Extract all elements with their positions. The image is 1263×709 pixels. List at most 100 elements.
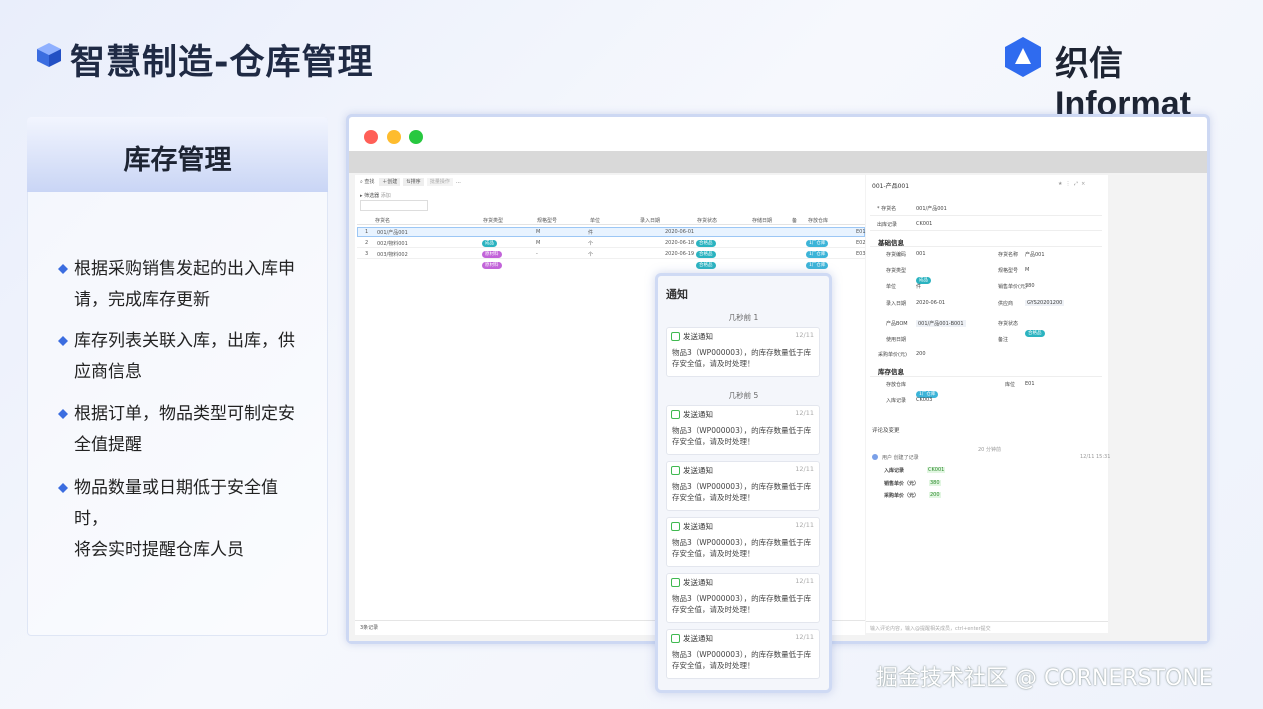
notification-heading: 发送通知 [683,466,713,475]
field-value[interactable]: CK001 [916,221,932,227]
search-icon[interactable]: ⌕ [360,179,363,185]
notification-date: 12/11 [795,465,814,473]
expand-icon[interactable]: ⤢ [1074,181,1078,187]
close-window-button[interactable] [364,130,378,144]
notification-item[interactable]: 发送通知 12/11 物品3（WP000003），的库存数量低于库存安全值，请及… [666,461,820,511]
filter-label[interactable]: 筛选器 [364,193,379,199]
bullet-item: 库存列表关联入库，出库，供 应商信息 [56,326,306,388]
detail-title: 001-产品001 [872,183,910,190]
more-icon[interactable]: ⋮ [1066,181,1071,187]
sort-label: 排序 [410,179,421,185]
column-header[interactable]: 备 [792,217,797,224]
field-label: 库位 [1005,382,1016,388]
field-value[interactable]: 2020-06-01 [916,300,945,306]
notification-item[interactable]: 发送通知 12/11 物品3（WP000003），的库存数量低于库存安全值，请及… [666,327,820,377]
field-value[interactable]: E01 [1025,381,1035,387]
field-label: 录入日期 [886,301,907,307]
notification-heading: 发送通知 [683,332,713,341]
table-header [357,215,865,225]
notification-icon [671,332,680,341]
bullet-diamond-icon [58,336,68,346]
more-button[interactable]: ... [456,179,461,185]
field-value[interactable]: M [1025,267,1029,273]
cube-icon [37,43,61,67]
new-record-button[interactable]: ＋创建 [379,178,401,186]
bullet-line: 根据订单，物品类型可制定安 [74,404,295,424]
bullet-item: 根据采购销售发起的出入库申 请，完成库存更新 [56,254,306,316]
bullet-diamond-icon [58,264,68,274]
notification-body: 物品3（WP000003），的库存数量低于库存安全值，请及时处理！ [672,650,812,670]
notification-date: 12/11 [795,633,814,641]
browser-bar [349,151,1207,173]
maximize-window-button[interactable] [409,130,423,144]
change-value: 200 [929,492,941,498]
field-label: 存货名称 [998,252,1019,258]
column-header[interactable]: 存货状态 [697,217,717,224]
supplier-link[interactable]: GYS20201200 [1025,300,1065,306]
comment-input[interactable]: 输入评论内容，输入@提醒相关成员，ctrl+enter提交 [870,625,991,632]
column-header[interactable]: 规格型号 [537,217,557,224]
sort-button[interactable]: ⇅排序 [403,178,424,186]
log-time: 12/11 15:31 [1080,454,1111,460]
notification-icon [671,578,680,587]
notification-group-label: 几秒前 5 [728,391,759,400]
notification-item[interactable]: 发送通知 12/11 物品3（WP000003），的库存数量低于库存安全值，请及… [666,405,820,455]
table-row[interactable] [357,227,865,237]
divider [870,230,1102,231]
column-header[interactable]: 单位 [590,217,600,224]
notification-item[interactable]: 发送通知 12/11 物品3（WP000003），的库存数量低于库存安全值，请及… [666,517,820,567]
field-value[interactable]: 001/产品001 [916,205,947,212]
field-label: 规格型号 [998,268,1019,274]
type-badge: 原材料 [482,262,502,269]
notification-body: 物品3（WP000003），的库存数量低于库存安全值，请及时处理！ [672,538,812,558]
star-icon[interactable]: ★ [1058,181,1062,187]
field-value[interactable]: 380 [1025,283,1035,289]
notification-item[interactable]: 发送通知 12/11 物品3（WP000003），的库存数量低于库存安全值，请及… [666,573,820,623]
notification-body: 物品3（WP000003），的库存数量低于库存安全值，请及时处理！ [672,482,812,502]
filter-bar: ▸ 筛选器 添加 [360,192,391,199]
column-header[interactable]: 录入日期 [640,217,660,224]
cell-spec: M [536,229,541,235]
column-header[interactable]: 存货类型 [483,217,503,224]
cell-unit: 个 [588,252,594,258]
notification-body: 物品3（WP000003），的库存数量低于库存安全值，请及时处理！ [672,426,812,446]
table-row[interactable] [357,238,865,248]
close-icon[interactable]: × [1081,181,1085,187]
field-label: 销售单价(元) [998,284,1027,290]
notification-date: 12/11 [795,577,814,585]
column-header[interactable]: 存货名 [375,217,390,224]
field-value[interactable]: 001 [916,251,926,257]
change-label: 采购单价（元） [884,493,920,499]
minimize-window-button[interactable] [387,130,401,144]
field-value[interactable]: 件 [916,283,921,290]
batch-operation-button[interactable]: 批量操作 [426,178,453,186]
search-button[interactable]: 查找 [364,179,374,185]
notification-item[interactable]: 发送通知 12/11 物品3（WP000003），的库存数量低于库存安全值，请及… [666,629,820,679]
field-value[interactable]: 200 [916,351,926,357]
cell-name: 003/物料002 [377,252,408,258]
field-value[interactable]: 产品001 [1025,251,1045,258]
comments-tab[interactable]: 评论及变更 [872,426,900,434]
divider [870,215,1102,216]
cell-date: 2020-06-18 [665,240,695,246]
notification-heading: 发送通知 [683,522,713,531]
field-label: 存货编码 [886,252,907,258]
notification-date: 12/11 [795,521,814,529]
column-header[interactable]: 存储日期 [752,217,772,224]
new-record-label: 创建 [387,179,398,185]
bullet-line: 将会实时提醒仓库人员 [74,540,244,560]
field-value[interactable]: CK003 [916,397,932,403]
cell-unit: 件 [588,230,594,236]
filter-add-button[interactable]: 添加 [381,193,391,199]
bullet-line: 请，完成库存更新 [74,290,210,310]
notification-date: 12/11 [795,409,814,417]
column-header[interactable]: 存放仓库 [808,217,828,224]
table-row[interactable] [357,249,865,259]
cell-location: E02 [856,240,866,246]
field-label: 入库记录 [886,398,907,404]
bom-link[interactable]: 001/产品001-B001 [916,320,966,327]
filter-input[interactable] [360,200,428,211]
time-ago: 20 分钟前 [978,447,1001,453]
change-value: 380 [929,480,941,486]
status-badge: 合格品 [696,262,716,269]
